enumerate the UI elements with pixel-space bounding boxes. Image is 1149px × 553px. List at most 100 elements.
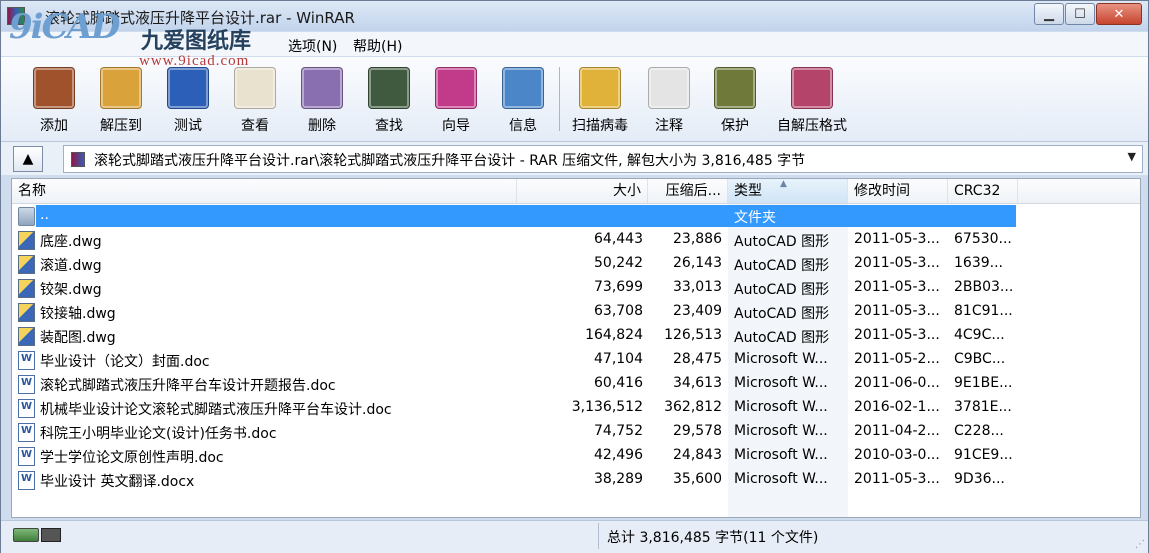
close-button[interactable]: ✕ <box>1096 3 1142 25</box>
comment-pencil-icon <box>648 67 690 109</box>
comment-button[interactable]: 注释 <box>637 63 701 139</box>
col-header-packed[interactable]: 压缩后... <box>648 179 728 203</box>
table-row[interactable]: 毕业设计 英文翻译.docx 38,289 35,600 Microsoft W...… <box>12 468 1140 492</box>
cell-type: AutoCAD 图形 <box>734 330 830 346</box>
cell-size: 3,136,512 <box>571 399 643 415</box>
cell-packed: 23,409 <box>673 303 722 319</box>
cell-name: 铰架.dwg <box>40 282 102 298</box>
table-row[interactable]: 铰架.dwg 73,699 33,013 AutoCAD 图形 2011-05-3...… <box>12 276 1140 300</box>
cell-type: 文件夹 <box>734 210 776 226</box>
winrar-window: 滚轮式脚踏式液压升降平台设计.rar - WinRAR ▁ ☐ ✕ 选项(N) … <box>0 0 1149 553</box>
cell-crc: 81C91... <box>954 303 1013 319</box>
cell-modified: 2011-05-2... <box>854 351 940 367</box>
col-header-size[interactable]: 大小 <box>517 179 648 203</box>
watermark-main: 9iCAD <box>9 7 120 47</box>
cell-type: AutoCAD 图形 <box>734 234 830 250</box>
info-button[interactable]: 信息 <box>491 63 555 139</box>
table-row[interactable]: 学士学位论文原创性声明.doc 42,496 24,843 Microsoft W..… <box>12 444 1140 468</box>
cell-packed: 28,475 <box>673 351 722 367</box>
cell-size: 63,708 <box>594 303 643 319</box>
cell-packed: 34,613 <box>673 375 722 391</box>
cell-size: 47,104 <box>594 351 643 367</box>
table-row[interactable]: 滚道.dwg 50,242 26,143 AutoCAD 图形 2011-05-3...… <box>12 252 1140 276</box>
cell-modified: 2011-05-3... <box>854 279 940 295</box>
cell-modified: 2011-05-3... <box>854 303 940 319</box>
status-total-text: 总计 3,816,485 字节(11 个文件) <box>607 530 819 546</box>
wizard-button[interactable]: 向导 <box>424 63 488 139</box>
cell-crc: C9BC... <box>954 351 1006 367</box>
cell-type: Microsoft W... <box>734 471 828 487</box>
cell-size: 42,496 <box>594 447 643 463</box>
col-header-name[interactable]: 名称 <box>12 179 517 203</box>
table-row[interactable]: 毕业设计（论文）封面.doc 47,104 28,475 Microsoft W...… <box>12 348 1140 372</box>
cell-crc: 9E1BE... <box>954 375 1013 391</box>
find-button[interactable]: 查找 <box>357 63 421 139</box>
table-row[interactable]: 装配图.dwg 164,824 126,513 AutoCAD 图形 2011-05-3… <box>12 324 1140 348</box>
word-doc-icon <box>18 351 35 370</box>
cell-packed: 35,600 <box>673 471 722 487</box>
virus-scan-button[interactable]: 扫描病毒 <box>568 63 632 139</box>
cell-packed: 362,812 <box>664 399 722 415</box>
cell-name: 滚轮式脚踏式液压升降平台车设计开题报告.doc <box>40 378 336 394</box>
cell-packed: 29,578 <box>673 423 722 439</box>
dropdown-arrow-icon[interactable]: ▼ <box>1128 150 1136 163</box>
key-lock-icon[interactable] <box>41 528 61 542</box>
address-field[interactable]: 滚轮式脚踏式液压升降平台设计.rar\滚轮式脚踏式液压升降平台设计 - RAR … <box>63 145 1143 173</box>
address-text: 滚轮式脚踏式液压升降平台设计.rar\滚轮式脚踏式液压升降平台设计 - RAR … <box>94 153 806 169</box>
status-icons <box>13 528 61 542</box>
cell-modified: 2010-03-0... <box>854 447 940 463</box>
cell-name: 底座.dwg <box>40 234 102 250</box>
menu-help[interactable]: 帮助(H) <box>353 36 402 56</box>
dwg-file-icon <box>18 231 35 250</box>
info-icon <box>502 67 544 109</box>
sfx-button[interactable]: 自解压格式 <box>777 63 847 139</box>
col-header-crc[interactable]: CRC32 <box>948 179 1018 203</box>
cell-modified: 2011-05-3... <box>854 255 940 271</box>
dwg-file-icon <box>18 303 35 322</box>
virus-scan-icon <box>579 67 621 109</box>
word-doc-icon <box>18 375 35 394</box>
table-row[interactable]: 滚轮式脚踏式液压升降平台车设计开题报告.doc 60,416 34,613 Micro… <box>12 372 1140 396</box>
cell-name: 毕业设计（论文）封面.doc <box>40 354 210 370</box>
cell-crc: 2BB03... <box>954 279 1014 295</box>
resize-grip-icon[interactable]: ⋰ <box>1135 539 1145 550</box>
cell-crc: 3781E... <box>954 399 1012 415</box>
cell-modified: 2011-05-3... <box>854 231 940 247</box>
file-list[interactable]: 名称 大小 压缩后... 类型 ▲ 修改时间 CRC32 .. 文件夹底座.dwg 6… <box>11 178 1141 518</box>
sfx-archive-icon <box>791 67 833 109</box>
cell-modified: 2011-05-3... <box>854 471 940 487</box>
word-doc-icon <box>18 447 35 466</box>
cell-crc: 1639... <box>954 255 1003 271</box>
cell-packed: 126,513 <box>664 327 722 343</box>
cell-type: AutoCAD 图形 <box>734 306 830 322</box>
table-row[interactable]: 铰接轴.dwg 63,708 23,409 AutoCAD 图形 2011-05-3..… <box>12 300 1140 324</box>
table-row[interactable]: 机械毕业设计论文滚轮式脚踏式液压升降平台车设计.doc 3,136,512 362,… <box>12 396 1140 420</box>
up-arrow-icon: ▲ <box>22 151 34 167</box>
col-header-type[interactable]: 类型 ▲ <box>728 179 848 203</box>
info-label: 信息 <box>509 118 537 134</box>
col-header-modified[interactable]: 修改时间 <box>848 179 948 203</box>
minimize-button[interactable]: ▁ <box>1034 3 1064 25</box>
cell-name: 毕业设计 英文翻译.docx <box>40 474 195 490</box>
cell-packed: 24,843 <box>673 447 722 463</box>
table-row[interactable]: 科院王小明毕业论文(设计)任务书.doc 74,752 29,578 Microsof… <box>12 420 1140 444</box>
archive-icon <box>71 152 85 167</box>
table-row[interactable]: 底座.dwg 64,443 23,886 AutoCAD 图形 2011-05-3...… <box>12 228 1140 252</box>
drive-icon[interactable] <box>13 528 39 542</box>
watermark-url: www.9icad.com <box>139 53 250 69</box>
dwg-file-icon <box>18 327 35 346</box>
cell-type: Microsoft W... <box>734 399 828 415</box>
folder-icon <box>18 207 35 226</box>
parent-folder-row[interactable]: .. 文件夹 <box>12 204 1140 228</box>
up-one-level-button[interactable]: ▲ <box>13 146 43 172</box>
cell-size: 164,824 <box>585 327 643 343</box>
delete-recycle-icon <box>301 67 343 109</box>
protect-button[interactable]: 保护 <box>703 63 767 139</box>
col-header-type-label: 类型 <box>734 183 762 199</box>
cell-crc: 91CE9... <box>954 447 1013 463</box>
cell-modified: 2011-04-2... <box>854 423 940 439</box>
protect-shield-icon <box>714 67 756 109</box>
dwg-file-icon <box>18 255 35 274</box>
maximize-button[interactable]: ☐ <box>1065 3 1095 25</box>
cell-name: .. <box>40 207 49 223</box>
